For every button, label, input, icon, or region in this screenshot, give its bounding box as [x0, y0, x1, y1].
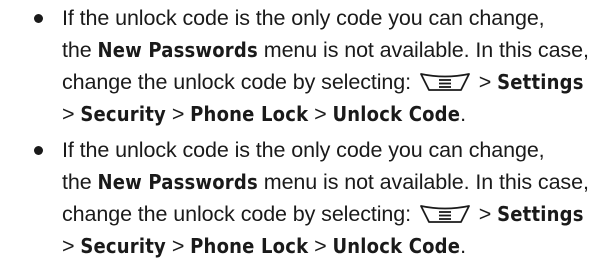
- separator-text: >: [165, 102, 191, 126]
- menu-key-icon: [419, 204, 471, 224]
- paragraph-line: the New Passwords menu is not available.…: [62, 34, 598, 66]
- menu-name-settings: Settings: [497, 70, 584, 94]
- menu-name-new-passwords: New Passwords: [97, 38, 258, 62]
- separator-text: >: [472, 70, 498, 94]
- menu-name-settings: Settings: [497, 202, 584, 226]
- paragraph-line: If the unlock code is the only code you …: [62, 2, 598, 34]
- paragraph-line: change the unlock code by selecting: > S…: [62, 198, 598, 230]
- body-text: .: [460, 102, 467, 126]
- separator-text: >: [62, 234, 81, 258]
- paragraph-line: > Security > Phone Lock > Unlock Code.: [62, 230, 598, 262]
- body-text: If the unlock code is the only code you …: [62, 6, 545, 30]
- body-text: change the unlock code by selecting:: [62, 202, 417, 226]
- bullet-dot: [34, 14, 43, 23]
- body-text: If the unlock code is the only code you …: [62, 138, 545, 162]
- bullet-paragraph: If the unlock code is the only code you …: [62, 2, 598, 130]
- body-text: .: [460, 234, 467, 258]
- separator-text: >: [62, 102, 81, 126]
- body-text: menu is not available. In this case,: [257, 38, 589, 62]
- paragraph-line: > Security > Phone Lock > Unlock Code.: [62, 98, 598, 130]
- menu-name-security: Security: [80, 234, 166, 258]
- body-text: the: [62, 170, 98, 194]
- paragraph-line: If the unlock code is the only code you …: [62, 134, 598, 166]
- menu-name-new-passwords: New Passwords: [97, 170, 258, 194]
- body-text: menu is not available. In this case,: [257, 170, 589, 194]
- paragraph-line: the New Passwords menu is not available.…: [62, 166, 598, 198]
- paragraph-line: change the unlock code by selecting: > S…: [62, 66, 598, 98]
- body-text: change the unlock code by selecting:: [62, 70, 417, 94]
- body-text: the: [62, 38, 98, 62]
- bullet-dot: [34, 146, 43, 155]
- menu-name-phone-lock: Phone Lock: [190, 234, 309, 258]
- menu-name-unlock-code: Unlock Code: [332, 102, 461, 126]
- document-page: If the unlock code is the only code you …: [0, 0, 600, 264]
- menu-name-unlock-code: Unlock Code: [332, 234, 461, 258]
- menu-name-security: Security: [80, 102, 166, 126]
- menu-name-phone-lock: Phone Lock: [190, 102, 309, 126]
- separator-text: >: [308, 234, 333, 258]
- menu-key-icon: [419, 72, 471, 92]
- separator-text: >: [165, 234, 191, 258]
- bullet-paragraph: If the unlock code is the only code you …: [62, 134, 598, 262]
- separator-text: >: [308, 102, 333, 126]
- separator-text: >: [472, 202, 498, 226]
